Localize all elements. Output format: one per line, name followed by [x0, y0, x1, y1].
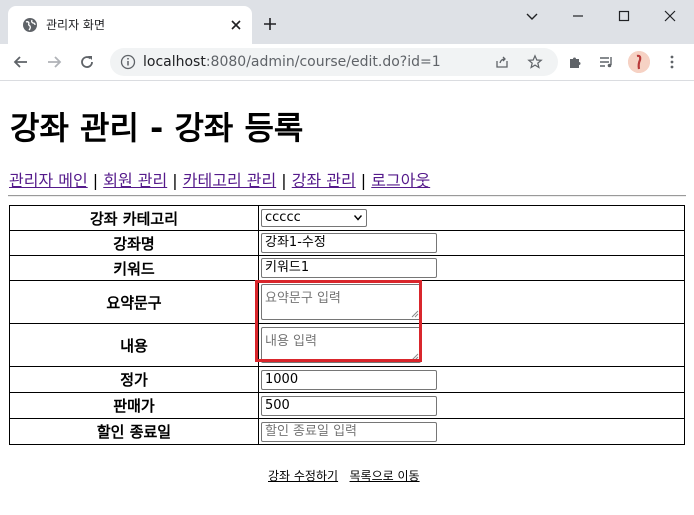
content-placeholder: 내용 입력 [265, 334, 317, 349]
nav-separator: | [355, 171, 372, 190]
nav-link-logout[interactable]: 로그아웃 [371, 171, 430, 190]
admin-nav: 관리자 메인 | 회원 관리 | 카테고리 관리 | 강좌 관리 | 로그아웃 [9, 167, 430, 191]
category-cell: ccccc [258, 205, 685, 231]
course-name-input[interactable]: 강좌1-수정 [261, 233, 437, 253]
keyword-cell: 키워드1 [258, 255, 685, 281]
chevron-down-icon [354, 215, 362, 221]
category-selected-value: ccccc [265, 210, 301, 225]
category-label: 강좌 카테고리 [9, 205, 259, 231]
content-cell: 내용 입력 [258, 323, 685, 367]
new-tab-icon[interactable] [262, 16, 278, 32]
chevron-down-icon[interactable] [524, 8, 540, 24]
resize-grip-icon[interactable] [411, 353, 419, 361]
maximize-icon[interactable] [616, 8, 632, 24]
price-cell: 1000 [258, 366, 685, 393]
extensions-puzzle-icon[interactable] [567, 54, 583, 70]
info-icon[interactable] [120, 54, 136, 70]
category-select[interactable]: ccccc [261, 209, 367, 227]
nav-link-category-manage[interactable]: 카테고리 관리 [183, 171, 276, 190]
nav-link-member-manage[interactable]: 회원 관리 [103, 171, 167, 190]
media-queue-icon[interactable] [598, 54, 614, 70]
close-tab-icon[interactable] [228, 17, 244, 33]
content-textarea[interactable]: 내용 입력 [261, 327, 421, 363]
nav-separator: | [87, 171, 104, 190]
course-name-label: 강좌명 [9, 230, 259, 256]
course-edit-form: 강좌 카테고리 ccccc 강좌명 강좌1-수정 키워드 키워드1 요약문구 요… [9, 205, 685, 445]
summary-label: 요약문구 [9, 280, 259, 324]
keyword-input[interactable]: 키워드1 [261, 258, 437, 278]
url-path: :8080/admin/course/edit.do?id=1 [205, 54, 441, 70]
form-actions: 강좌 수정하기 목록으로 이동 [268, 467, 420, 484]
resize-grip-icon[interactable] [411, 310, 419, 318]
summary-textarea[interactable]: 요약문구 입력 [261, 284, 421, 320]
close-window-icon[interactable] [662, 8, 678, 24]
sale-price-cell: 500 [258, 392, 685, 419]
reload-icon[interactable] [78, 53, 96, 71]
nav-link-course-manage[interactable]: 강좌 관리 [292, 171, 356, 190]
browser-tab[interactable]: 관리자 화면 [8, 6, 252, 44]
nav-separator: | [167, 171, 183, 190]
browser-toolbar: localhost:8080/admin/course/edit.do?id=1 [0, 44, 694, 81]
price-input[interactable]: 1000 [261, 369, 437, 390]
keyword-label: 키워드 [9, 255, 259, 281]
back-to-list-link[interactable]: 목록으로 이동 [350, 469, 420, 483]
sale-end-cell: 할인 종료일 입력 [258, 418, 685, 445]
divider [8, 195, 686, 197]
page-title: 강좌 관리 - 강좌 등록 [10, 109, 304, 147]
summary-placeholder: 요약문구 입력 [265, 291, 341, 306]
sale-end-label: 할인 종료일 [9, 418, 259, 445]
course-name-cell: 강좌1-수정 [258, 230, 685, 256]
globe-icon [23, 18, 37, 32]
minimize-icon[interactable] [570, 8, 586, 24]
content-label: 내용 [9, 323, 259, 367]
forward-icon[interactable] [45, 53, 63, 71]
url-text: localhost:8080/admin/course/edit.do?id=1 [143, 54, 441, 70]
profile-avatar[interactable] [628, 51, 650, 73]
more-menu-icon[interactable] [664, 54, 680, 70]
url-host: localhost [143, 54, 206, 70]
avatar-icon [628, 51, 650, 73]
bookmark-star-icon[interactable] [527, 54, 543, 70]
summary-cell: 요약문구 입력 [258, 280, 685, 324]
price-label: 정가 [9, 366, 259, 393]
back-icon[interactable] [12, 53, 30, 71]
tab-strip: 관리자 화면 [0, 0, 694, 44]
nav-link-admin-main[interactable]: 관리자 메인 [9, 171, 88, 190]
submit-edit-link[interactable]: 강좌 수정하기 [268, 469, 338, 483]
share-icon[interactable] [494, 54, 510, 70]
tab-title: 관리자 화면 [46, 18, 106, 32]
sale-price-label: 판매가 [9, 392, 259, 419]
nav-separator: | [276, 171, 292, 190]
sale-end-input[interactable]: 할인 종료일 입력 [261, 421, 437, 442]
address-bar[interactable]: localhost:8080/admin/course/edit.do?id=1 [110, 48, 558, 76]
sale-price-input[interactable]: 500 [261, 395, 437, 416]
